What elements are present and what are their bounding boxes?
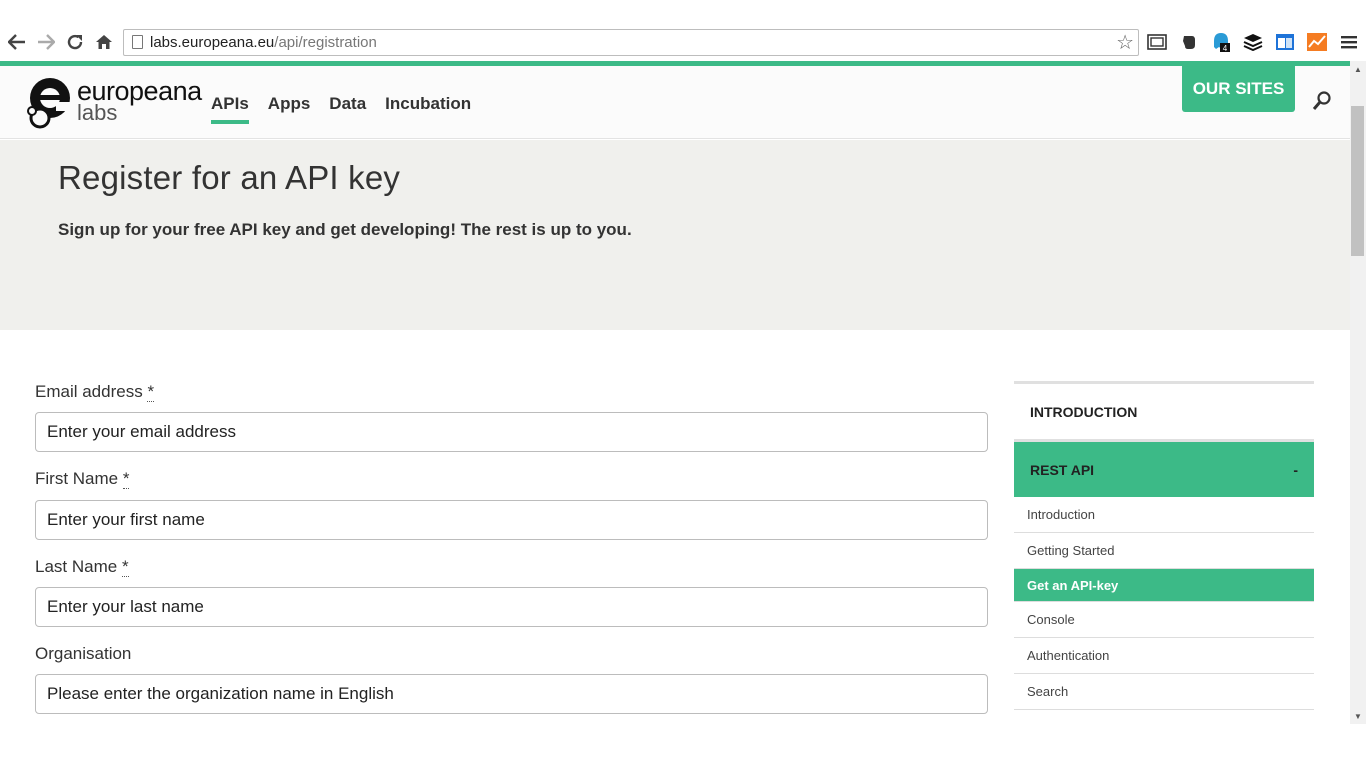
sidebar-item-getting-started[interactable]: Getting Started	[1014, 533, 1314, 569]
cast-icon[interactable]	[1146, 31, 1168, 53]
required-mark: *	[147, 382, 155, 402]
sidebar-item-get-api-key[interactable]: Get an API-key	[1014, 569, 1314, 602]
required-mark: *	[121, 557, 129, 577]
hero-banner: Register for an API key Sign up for your…	[0, 140, 1350, 330]
scroll-up-arrow-icon[interactable]: ▲	[1350, 61, 1366, 77]
organisation-field[interactable]	[35, 674, 988, 714]
our-sites-button[interactable]: OUR SITES	[1182, 66, 1295, 112]
forward-icon[interactable]	[35, 31, 57, 53]
main-nav: APIs Apps Data Incubation	[211, 94, 471, 124]
nav-item-apps[interactable]: Apps	[268, 94, 311, 124]
scroll-down-arrow-icon[interactable]: ▼	[1350, 708, 1366, 724]
chart-extension-icon[interactable]	[1306, 31, 1328, 53]
scrollbar-thumb[interactable]	[1351, 106, 1364, 256]
page-title: Register for an API key	[58, 159, 401, 196]
first-name-field[interactable]	[35, 500, 988, 540]
sidebar-section-rest-api[interactable]: REST API -	[1014, 442, 1314, 497]
page-scrollbar[interactable]: ▲ ▼	[1350, 61, 1366, 724]
nav-item-incubation[interactable]: Incubation	[385, 94, 471, 124]
last-name-field[interactable]	[35, 587, 988, 627]
nav-item-apis[interactable]: APIs	[211, 94, 249, 124]
address-url: labs.europeana.eu/api/registration	[150, 34, 377, 51]
docs-sidebar: INTRODUCTION REST API - Introduction Get…	[1014, 381, 1314, 721]
sidebar-item-introduction[interactable]: Introduction	[1014, 497, 1314, 533]
collapse-toggle[interactable]: -	[1293, 462, 1298, 478]
sidebar-item-search[interactable]: Search	[1014, 674, 1314, 710]
sidebar-item-console[interactable]: Console	[1014, 602, 1314, 638]
organisation-label: Organisation	[35, 644, 132, 663]
search-icon[interactable]	[1312, 90, 1332, 112]
address-bar[interactable]: labs.europeana.eu/api/registration ☆	[123, 29, 1139, 56]
page-icon	[132, 35, 143, 49]
email-field[interactable]	[35, 412, 988, 452]
nav-item-data[interactable]: Data	[329, 94, 366, 124]
buffer-icon[interactable]	[1242, 31, 1264, 53]
page-subtitle: Sign up for your free API key and get de…	[58, 220, 632, 239]
home-icon[interactable]	[93, 31, 115, 53]
email-label: Email address *	[35, 382, 155, 402]
reload-icon[interactable]	[64, 31, 86, 53]
first-name-label: First Name *	[35, 469, 130, 489]
sidebar-link-list: Introduction Getting Started Get an API-…	[1014, 497, 1314, 710]
bookmark-star-icon[interactable]: ☆	[1116, 30, 1134, 55]
evernote-icon[interactable]	[1178, 31, 1200, 53]
ghostery-icon[interactable]: 4	[1210, 31, 1232, 53]
site-header: europeana labs APIs Apps Data Incubation…	[0, 66, 1350, 139]
menu-icon[interactable]	[1338, 31, 1360, 53]
browser-toolbar: labs.europeana.eu/api/registration ☆ 4	[0, 0, 1366, 62]
last-name-label: Last Name *	[35, 557, 129, 577]
sidebar-item-authentication[interactable]: Authentication	[1014, 638, 1314, 674]
logo-word-labs: labs	[77, 100, 118, 125]
back-icon[interactable]	[6, 31, 28, 53]
europeana-labs-logo[interactable]: europeana labs	[26, 74, 202, 132]
sidebar-section-label: REST API	[1030, 461, 1095, 478]
sidebar-section-introduction[interactable]: INTRODUCTION	[1014, 384, 1314, 439]
extension-badge: 4	[1223, 44, 1228, 53]
required-mark: *	[122, 469, 130, 489]
window-extension-icon[interactable]	[1274, 31, 1296, 53]
